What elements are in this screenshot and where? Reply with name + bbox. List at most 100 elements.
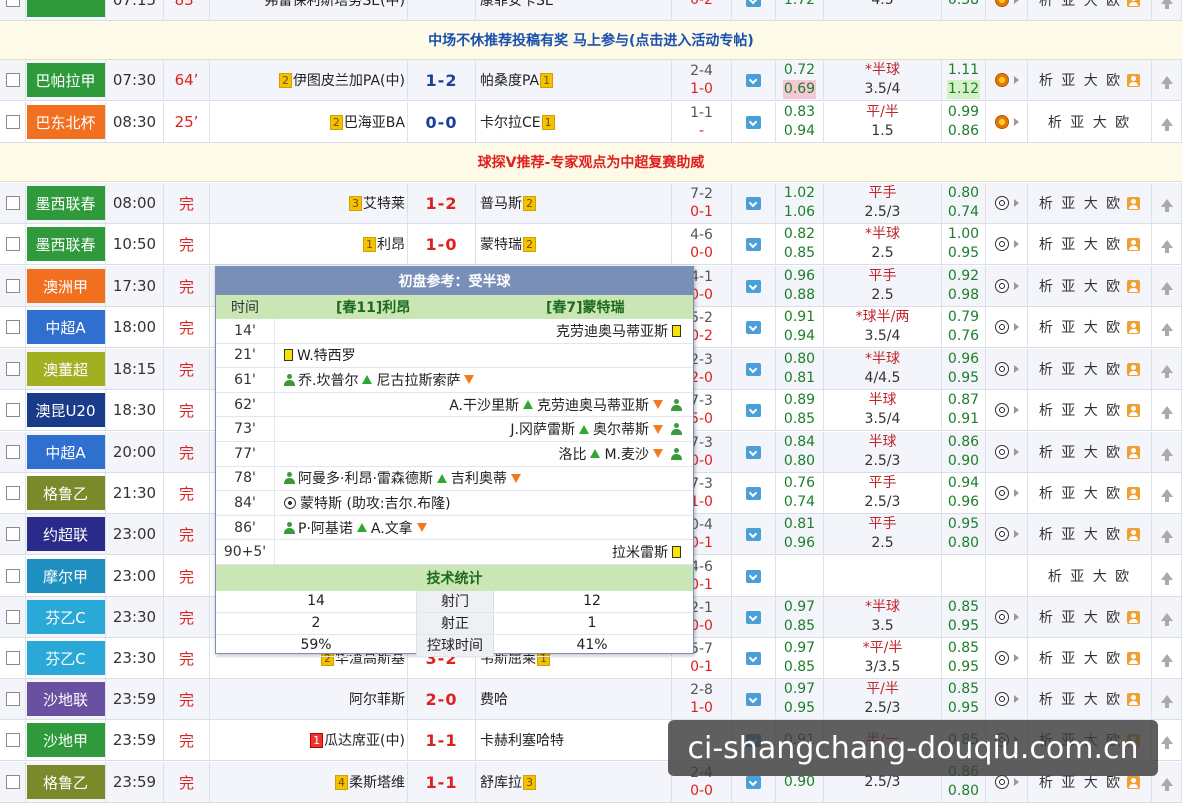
analysis-links[interactable]: 析 亚 大 欧	[1039, 648, 1122, 668]
analysis-links[interactable]: 析 亚 大 欧	[1048, 566, 1131, 586]
pin-top-icon[interactable]	[1160, 778, 1173, 791]
expert-icon[interactable]	[1127, 486, 1141, 500]
expand-dropdown-icon[interactable]	[746, 445, 761, 459]
analysis-links[interactable]: 析 亚 大 欧	[1039, 276, 1122, 296]
league-badge[interactable]: 中超A	[26, 435, 105, 469]
select-checkbox[interactable]	[5, 486, 20, 500]
select-checkbox[interactable]	[5, 445, 20, 459]
pin-top-icon[interactable]	[1160, 530, 1173, 543]
select-checkbox[interactable]	[5, 569, 20, 583]
select-checkbox[interactable]	[5, 279, 20, 293]
pin-top-icon[interactable]	[1160, 0, 1173, 9]
football-icon[interactable]	[994, 237, 1009, 251]
home-team[interactable]: 巴海亚BA	[344, 112, 405, 132]
away-team[interactable]: 康菲安卡SE	[480, 0, 554, 10]
football-icon[interactable]	[994, 651, 1009, 665]
expert-icon[interactable]	[1127, 610, 1141, 624]
home-team[interactable]: 柔斯塔维	[349, 772, 405, 792]
expert-icon[interactable]	[1127, 196, 1141, 210]
league-badge[interactable]	[26, 0, 105, 17]
play-arrow-icon[interactable]	[1013, 406, 1019, 414]
play-arrow-icon[interactable]	[1013, 654, 1019, 662]
expand-dropdown-icon[interactable]	[746, 610, 761, 624]
score[interactable]: 0-0	[426, 113, 458, 132]
play-arrow-icon[interactable]	[1013, 282, 1019, 290]
analysis-links[interactable]: 析 亚 大 欧	[1048, 112, 1131, 132]
analysis-links[interactable]: 析 亚 大 欧	[1039, 442, 1122, 462]
analysis-links[interactable]: 析 亚 大 欧	[1039, 70, 1122, 90]
pin-top-icon[interactable]	[1160, 199, 1173, 212]
league-badge[interactable]: 芬乙C	[26, 641, 105, 675]
analysis-links[interactable]: 析 亚 大 欧	[1039, 359, 1122, 379]
play-arrow-icon[interactable]	[1013, 778, 1019, 786]
score[interactable]: 1-2	[426, 194, 458, 213]
away-team[interactable]: 费哈	[480, 689, 508, 709]
home-team[interactable]: 艾特莱	[363, 193, 405, 213]
home-team[interactable]: 瓜达席亚(中)	[324, 730, 405, 750]
home-team[interactable]: 利昂	[377, 234, 405, 254]
score[interactable]: 1-0	[426, 235, 458, 254]
expand-dropdown-icon[interactable]	[746, 279, 761, 293]
pin-top-icon[interactable]	[1160, 448, 1173, 461]
away-team[interactable]: 蒙特瑞	[480, 234, 522, 254]
pin-top-icon[interactable]	[1160, 76, 1173, 89]
select-checkbox[interactable]	[5, 362, 20, 376]
league-badge[interactable]: 约超联	[26, 517, 105, 551]
expand-dropdown-icon[interactable]	[746, 527, 761, 541]
select-checkbox[interactable]	[5, 651, 20, 665]
pin-top-icon[interactable]	[1160, 572, 1173, 585]
expert-icon[interactable]	[1127, 320, 1141, 334]
play-arrow-icon[interactable]	[1013, 118, 1019, 126]
expand-dropdown-icon[interactable]	[746, 196, 761, 210]
football-icon[interactable]	[994, 0, 1009, 7]
league-badge[interactable]: 沙地甲	[26, 723, 105, 757]
analysis-links[interactable]: 析 亚 大 欧	[1039, 524, 1122, 544]
select-checkbox[interactable]	[5, 237, 20, 251]
expand-dropdown-icon[interactable]	[746, 320, 761, 334]
play-arrow-icon[interactable]	[1013, 240, 1019, 248]
expert-icon[interactable]	[1127, 362, 1141, 376]
play-arrow-icon[interactable]	[1013, 76, 1019, 84]
home-team[interactable]: 伊图皮兰加PA(中)	[293, 70, 405, 90]
select-checkbox[interactable]	[5, 692, 20, 706]
analysis-links[interactable]: 析 亚 大 欧	[1039, 317, 1122, 337]
football-icon[interactable]	[994, 527, 1009, 541]
expand-dropdown-icon[interactable]	[746, 692, 761, 706]
football-icon[interactable]	[994, 486, 1009, 500]
play-arrow-icon[interactable]	[1013, 448, 1019, 456]
analysis-links[interactable]: 析 亚 大 欧	[1039, 234, 1122, 254]
analysis-links[interactable]: 析 亚 大 欧	[1039, 607, 1122, 627]
football-icon[interactable]	[994, 403, 1009, 417]
select-checkbox[interactable]	[5, 0, 20, 7]
league-badge[interactable]: 巴东北杯	[26, 105, 105, 139]
expand-dropdown-icon[interactable]	[746, 651, 761, 665]
league-badge[interactable]: 澳董超	[26, 352, 105, 386]
football-icon[interactable]	[994, 775, 1009, 789]
pin-top-icon[interactable]	[1160, 489, 1173, 502]
select-checkbox[interactable]	[5, 196, 20, 210]
expand-dropdown-icon[interactable]	[746, 362, 761, 376]
expert-icon[interactable]	[1127, 445, 1141, 459]
football-icon[interactable]	[994, 115, 1009, 129]
expert-icon[interactable]	[1127, 237, 1141, 251]
play-arrow-icon[interactable]	[1013, 0, 1019, 4]
analysis-links[interactable]: 析 亚 大 欧	[1039, 0, 1122, 10]
select-checkbox[interactable]	[5, 733, 20, 747]
play-arrow-icon[interactable]	[1013, 613, 1019, 621]
expand-dropdown-icon[interactable]	[746, 0, 761, 7]
play-arrow-icon[interactable]	[1013, 695, 1019, 703]
expand-dropdown-icon[interactable]	[746, 775, 761, 789]
home-team[interactable]: 阿尔菲斯	[349, 689, 405, 709]
league-badge[interactable]: 澳昆U20	[26, 393, 105, 427]
select-checkbox[interactable]	[5, 115, 20, 129]
expert-icon[interactable]	[1127, 775, 1141, 789]
football-icon[interactable]	[994, 692, 1009, 706]
pin-top-icon[interactable]	[1160, 613, 1173, 626]
league-badge[interactable]: 中超A	[26, 310, 105, 344]
score[interactable]: 1-1	[426, 731, 458, 750]
select-checkbox[interactable]	[5, 73, 20, 87]
pin-top-icon[interactable]	[1160, 323, 1173, 336]
play-arrow-icon[interactable]	[1013, 365, 1019, 373]
expert-icon[interactable]	[1127, 279, 1141, 293]
away-team[interactable]: 卡赫利塞哈特	[480, 730, 564, 750]
